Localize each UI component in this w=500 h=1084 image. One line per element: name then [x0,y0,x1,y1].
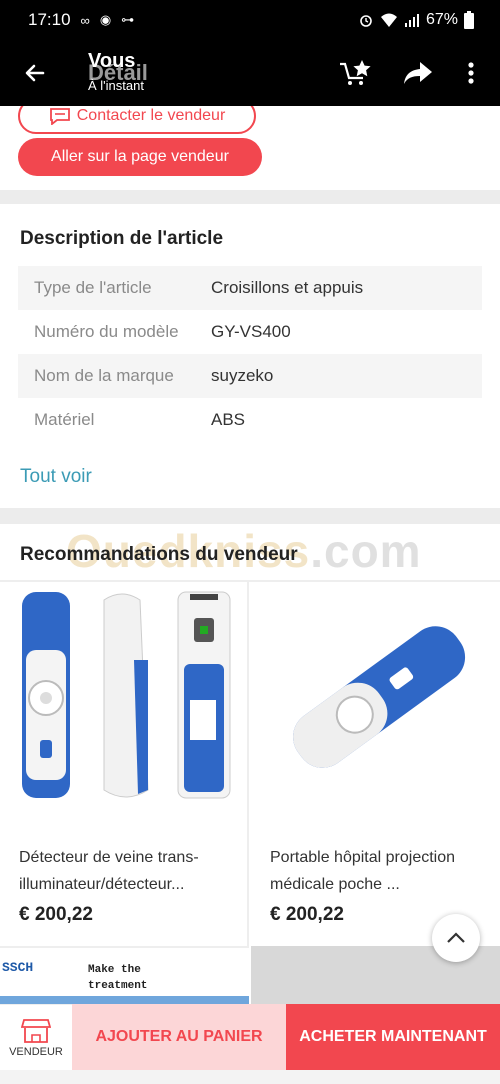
add-to-cart-button[interactable]: AJOUTER AU PANIER [72,1004,286,1070]
app-bar: Détail Vous À l'instant [0,40,500,106]
section-separator [0,508,500,524]
seller-page-label: Aller sur la page vendeur [51,148,229,165]
product-name: Portable hôpital projection médicale poc… [270,849,456,893]
battery-icon [464,11,474,29]
banner-line: Make the [88,964,141,976]
cart-favorite-button[interactable] [338,56,374,90]
spec-value: suyzeko [211,366,274,385]
spec-value: Croisillons et appuis [211,278,364,297]
status-bar: 17:10 ∞ ◉ ⊶ 67% [0,0,500,40]
page-title: Vous [88,50,136,72]
spec-key: Numéro du modèle [34,322,179,341]
status-right: 67% [358,11,474,29]
status-time: 17:10 [28,10,71,29]
scroll-to-top-button[interactable] [432,914,480,962]
status-left: 17:10 ∞ ◉ ⊶ [28,10,134,30]
spec-row: Nom de la marque suyzeko [18,354,482,398]
product-price: € 200,22 [270,904,344,925]
spec-row: Type de l'article Croisillons et appuis [18,266,482,310]
spec-key: Matériel [34,410,95,429]
product-card[interactable]: Détecteur de veine trans­illuminateur/dé… [0,582,249,948]
product-image [293,626,466,768]
spec-key: Type de l'article [34,278,152,297]
spec-key: Nom de la marque [34,366,174,385]
watermark-suffix: .com [310,525,422,577]
section-separator [0,190,500,204]
more-options-button[interactable] [456,56,486,90]
product-name: Détecteur de veine trans­illuminateur/dé… [19,849,199,893]
seller-page-button[interactable]: Aller sur la page vendeur [18,138,262,176]
chat-icon [49,108,70,125]
recommendations-title: Recommandations du vendeur [20,544,298,565]
key-icon: ⊶ [121,12,135,27]
banner-text: Make the treatment [88,962,147,994]
more-vert-icon [468,62,474,84]
description-title: Description de l'article [20,228,224,249]
alarm-icon [360,15,372,27]
banner-line: treatment [88,980,148,992]
back-arrow-icon [25,64,45,82]
store-icon [21,1018,51,1043]
spec-value: GY-VS400 [211,322,291,341]
share-icon [404,62,432,84]
voicemail-icon: ∞ [80,12,90,28]
contact-seller-button[interactable]: Contacter le vendeur [18,106,256,134]
signal-icon [404,14,419,27]
system-nav-bar [0,1070,500,1084]
product-card[interactable]: Portable hôpital projection médicale poc… [251,582,500,948]
spec-row: Numéro du modèle GY-VS400 [18,310,482,354]
item-description-section: Description de l'article Type de l'artic… [0,204,500,508]
page-subtitle: À l'instant [88,78,144,93]
battery-percent: 67% [425,11,458,28]
buy-now-label: ACHETER MAINTENANT [299,1028,487,1045]
cart-star-icon [340,60,371,85]
see-all-link[interactable]: Tout voir [20,466,92,488]
spec-row: Matériel ABS [18,398,482,442]
wifi-icon [380,13,397,27]
vendor-button[interactable]: VENDEUR [0,1004,72,1070]
banner-brand: SSCH [2,960,34,975]
spec-table: Type de l'article Croisillons et appuis … [18,266,482,442]
chrome-icon: ◉ [99,12,112,27]
share-button[interactable] [400,56,436,90]
vendor-label: VENDEUR [9,1045,63,1058]
contact-seller-label: Contacter le vendeur [76,107,226,124]
bottom-action-bar: VENDEUR AJOUTER AU PANIER ACHETER MAINTE… [0,1004,500,1070]
seller-recommendations-section: Ouedkniss.com Recommandations du vendeur… [0,524,500,1004]
seller-actions: Contacter le vendeur Aller sur la page v… [0,106,500,190]
product-card-partial[interactable]: SSCH Make the treatment [0,946,249,1006]
chevron-up-icon [447,932,465,943]
add-to-cart-label: AJOUTER AU PANIER [95,1028,263,1045]
buy-now-button[interactable]: ACHETER MAINTENANT [286,1004,500,1070]
product-image [22,591,231,799]
product-price: € 200,22 [19,904,93,925]
back-button[interactable] [18,56,52,90]
spec-value: ABS [211,410,246,429]
